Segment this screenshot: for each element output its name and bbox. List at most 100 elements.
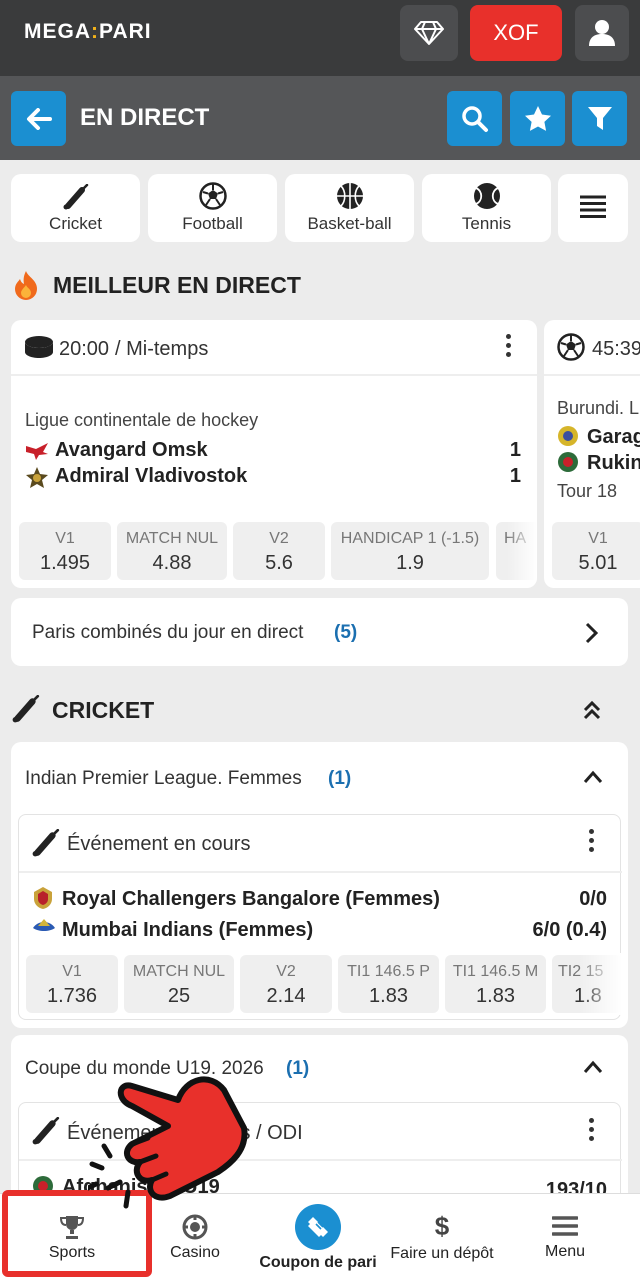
odds-button[interactable]: MATCH NUL 25: [124, 955, 234, 1013]
divider: [19, 871, 622, 873]
divider: [544, 374, 640, 376]
filter-button[interactable]: [572, 91, 627, 146]
odds-value: 4.88: [152, 552, 192, 574]
odds-button[interactable]: HANDICAP 1 (-1.5) 1.9: [331, 522, 489, 580]
combo-label: Paris combinés du jour en direct: [32, 622, 304, 643]
odds-label: V1: [62, 963, 82, 980]
team1-name: Avangard Omsk: [55, 439, 208, 461]
odds-button[interactable]: V1 5.01: [552, 522, 640, 580]
hamburger-menu-icon: [552, 1215, 578, 1236]
tab-cricket[interactable]: Cricket: [11, 174, 140, 242]
combo-count: (5): [334, 622, 358, 643]
match-status: / Mi-temps: [115, 338, 209, 360]
team2-name: Admiral Vladivostok: [55, 465, 248, 487]
back-button[interactable]: [11, 91, 66, 146]
more-options-icon[interactable]: [589, 1118, 595, 1145]
more-options-icon[interactable]: [589, 829, 595, 856]
odds-button[interactable]: V2 5.6: [233, 522, 325, 580]
football-icon: [198, 182, 227, 210]
match-time: 20:00: [59, 338, 110, 360]
odds-value: 1.83: [476, 985, 515, 1007]
bet-slip-circle: [295, 1203, 341, 1250]
sub-header: EN DIRECT: [0, 76, 640, 160]
team-logo-icon: [558, 426, 578, 446]
nav-menu[interactable]: Menu: [510, 1194, 620, 1280]
odds-button[interactable]: V2 2.14: [240, 955, 332, 1013]
favorites-button[interactable]: [510, 91, 565, 146]
event-card[interactable]: Événement en cours Royal Challengers Ban…: [18, 814, 622, 1020]
chevron-up-icon[interactable]: [583, 1060, 603, 1074]
all-sports-menu-button[interactable]: [558, 174, 628, 242]
nav-label: Casino: [170, 1243, 220, 1261]
team2-name: Rukin: [587, 452, 640, 474]
more-options-icon[interactable]: [506, 334, 512, 361]
top-bar: MEGA:PARI XOF: [0, 0, 640, 76]
odds-label: V1: [588, 530, 608, 547]
cricket-bat-icon: [32, 1117, 60, 1145]
nav-label: Menu: [544, 1242, 586, 1260]
team1-score: 1: [509, 439, 521, 461]
team1-score: 0/0: [579, 888, 607, 910]
vip-diamond-button[interactable]: [400, 5, 458, 61]
logo-text-right: PARI: [99, 20, 152, 43]
team-logo-icon: [558, 452, 578, 472]
best-live-title: MEILLEUR EN DIRECT: [53, 272, 301, 298]
filter-icon: [587, 106, 612, 130]
megapari-logo[interactable]: MEGA:PARI: [24, 20, 152, 44]
team-logo-icon: [26, 443, 48, 460]
currency-button[interactable]: XOF: [470, 5, 562, 61]
odds-label: TI1 146.5 M: [452, 963, 539, 980]
list-menu-icon: [580, 195, 606, 218]
fade-overlay: [507, 520, 537, 582]
odds-value: 5.01: [578, 552, 618, 574]
tab-football[interactable]: Football: [148, 174, 277, 242]
odds-button[interactable]: TI1 146.5 M 1.83: [445, 955, 546, 1013]
live-match-card[interactable]: 20:00 / Mi-temps Ligue continentale de h…: [11, 320, 537, 588]
league-count: (1): [286, 1058, 310, 1079]
odds-value: 1.495: [39, 552, 91, 574]
odds-button[interactable]: TI1 146.5 P 1.83: [338, 955, 439, 1013]
search-button[interactable]: [447, 91, 502, 146]
odds-button[interactable]: MATCH NUL 4.88: [117, 522, 227, 580]
nav-bet-slip[interactable]: Coupon de pari: [255, 1194, 381, 1280]
team2-name: Mumbai Indians (Femmes): [62, 919, 314, 941]
dollar-icon: $: [434, 1210, 450, 1241]
fire-icon: [15, 271, 37, 300]
league-count: (1): [328, 768, 352, 789]
odds-label: MATCH NUL: [132, 963, 226, 980]
team-logo-icon: [33, 919, 55, 931]
nav-label: Coupon de pari: [259, 1253, 377, 1271]
team-logo-icon: [26, 467, 48, 488]
chevron-right-icon: [585, 622, 599, 644]
cricket-bat-icon: [63, 184, 88, 210]
football-icon: [557, 333, 585, 361]
odds-value: 25: [167, 985, 191, 1007]
chevron-up-icon[interactable]: [583, 770, 603, 784]
team2-score: 6/0 (0.4): [532, 919, 607, 941]
odds-label: V2: [269, 530, 289, 547]
daily-combo-link[interactable]: Paris combinés du jour en direct (5): [11, 598, 628, 666]
cricket-bat-icon: [32, 829, 60, 857]
double-chevron-up-icon[interactable]: [582, 700, 602, 720]
nav-deposit[interactable]: $ Faire un dépôt: [383, 1194, 501, 1280]
odds-button[interactable]: V1 1.495: [19, 522, 111, 580]
odds-value: 2.14: [266, 985, 306, 1007]
odds-value: 5.6: [265, 552, 293, 574]
profile-button[interactable]: [575, 5, 629, 61]
tab-tennis[interactable]: Tennis: [422, 174, 551, 242]
star-icon: [524, 106, 551, 131]
league-name[interactable]: Indian Premier League. Femmes: [25, 768, 302, 790]
odds-button[interactable]: V1 1.736: [26, 955, 118, 1013]
odds-label: V2: [276, 963, 296, 980]
page-title: EN DIRECT: [80, 104, 210, 131]
nav-label: Faire un dépôt: [390, 1244, 494, 1262]
tab-label: Basket-ball: [307, 214, 392, 233]
odds-label: MATCH NUL: [125, 530, 219, 547]
live-match-card[interactable]: 45:39 Burundi. L Garag Rukin Tour 18 V1 5…: [544, 320, 640, 588]
logo-colon: :: [91, 20, 99, 43]
diamond-icon: [414, 21, 444, 45]
tab-basketball[interactable]: Basket-ball: [285, 174, 414, 242]
odds-label: HANDICAP 1 (-1.5): [340, 530, 480, 547]
logo-text-left: MEGA: [24, 20, 91, 43]
fade-overlay: [579, 953, 622, 1015]
